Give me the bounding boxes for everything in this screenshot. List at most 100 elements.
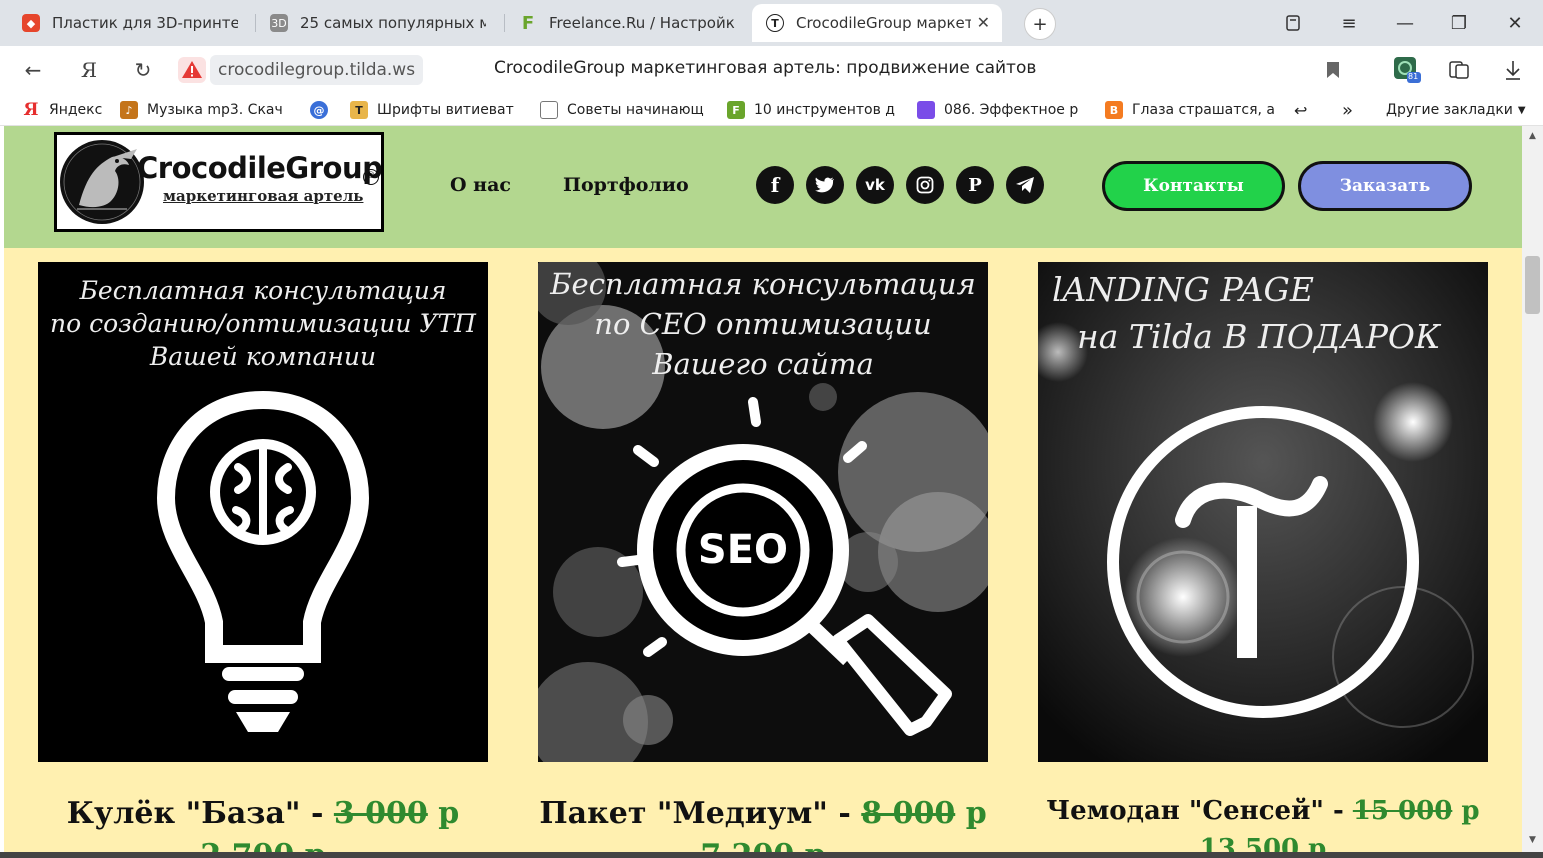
instagram-icon[interactable] — [906, 166, 944, 204]
bookmark-effect[interactable]: 086. Эффектное р — [917, 100, 1087, 120]
old-price: 3 000 — [333, 796, 428, 831]
tab-title: 25 самых популярных мат — [300, 14, 486, 32]
seo-label: SEO — [697, 527, 789, 573]
product-name: Пакет "Медиум" - — [539, 796, 862, 831]
close-window-icon[interactable]: ✕ — [1500, 8, 1530, 38]
tab-title: Пластик для 3D-принтеро — [52, 14, 238, 32]
warning-icon[interactable] — [178, 57, 206, 83]
bookmark-music[interactable]: ♪ Музыка mp3. Скач — [120, 100, 290, 120]
bookmark-fonts[interactable]: T Шрифты витиеват — [350, 100, 520, 120]
magnifier-icon — [617, 397, 952, 736]
scroll-down-icon[interactable]: ▼ — [1522, 832, 1543, 848]
tab-3d-plastic[interactable]: ◆ Пластик для 3D-принтеро — [8, 4, 252, 42]
scroll-up-icon[interactable]: ▲ — [1522, 128, 1543, 144]
bookmark-label: Глаза страшатся, а — [1132, 102, 1276, 118]
tab-crocodilegroup[interactable]: T CrocodileGroup маркет ✕ — [752, 4, 1002, 42]
chevron-down-icon: ▼ — [1517, 104, 1526, 116]
site-header: CrocodileGroup маркетинговая артель ® О … — [4, 126, 1522, 248]
yandex-logo-icon[interactable]: Я — [74, 55, 104, 85]
collections-icon[interactable] — [1444, 55, 1474, 85]
tilda-icon: T — [766, 14, 784, 32]
old-price: 8 000 — [861, 796, 956, 831]
bookmark-tips[interactable]: Советы начинающ — [540, 100, 710, 120]
new-price: 13 500 р — [1199, 834, 1327, 852]
scroll-thumb[interactable] — [1525, 256, 1540, 314]
card-image-medium[interactable]: Бесплатная консультация по СЕО оптимизац… — [538, 262, 988, 762]
font-icon: T — [350, 101, 368, 119]
site-logo[interactable]: CrocodileGroup маркетинговая артель ® — [54, 132, 384, 232]
other-bookmarks-button[interactable]: Другие закладки ▼ — [1386, 100, 1526, 120]
pinterest-icon[interactable]: P — [956, 166, 994, 204]
bookmark-yandex[interactable]: Я Яндекс — [22, 100, 112, 120]
twitter-icon[interactable] — [806, 166, 844, 204]
page-scrollbar[interactable]: ▲ ▼ — [1522, 126, 1543, 852]
card-title-sensei: Чемодан "Сенсей" - 15 000 р — [1013, 796, 1513, 826]
tab-title: Freelance.Ru / Настройки — [549, 14, 735, 32]
close-tab-icon[interactable]: ✕ — [977, 13, 990, 32]
logo-title: CrocodileGroup — [137, 151, 383, 185]
vk-icon[interactable]: vk — [856, 166, 894, 204]
at-icon: @ — [310, 101, 328, 119]
facebook-icon[interactable]: f — [756, 166, 794, 204]
bookmark-icon[interactable] — [1318, 55, 1348, 85]
yandex-market-icon: ◆ — [22, 14, 40, 32]
registered-icon: ® — [363, 169, 379, 185]
bookmark-tools[interactable]: F 10 инструментов д — [727, 100, 897, 120]
freelance-icon: F — [727, 101, 745, 119]
card-title-medium: Пакет "Медиум" - 8 000 р — [513, 796, 1013, 831]
telegram-icon[interactable] — [1006, 166, 1044, 204]
nav-about[interactable]: О нас — [450, 174, 511, 196]
maximize-icon[interactable]: ❐ — [1444, 8, 1474, 38]
order-label: Заказать — [1339, 176, 1431, 196]
url-text: crocodilegroup.tilda.ws — [218, 60, 416, 80]
reload-icon[interactable]: ↻ — [128, 55, 158, 85]
music-icon: ♪ — [120, 101, 138, 119]
taskbar — [0, 852, 1543, 858]
back-icon[interactable]: ← — [18, 55, 48, 85]
blogger-icon: B — [1105, 101, 1123, 119]
url-field[interactable]: crocodilegroup.tilda.ws — [210, 55, 424, 85]
contacts-label: Контакты — [1143, 176, 1244, 196]
lightbulb-brain-icon — [156, 390, 370, 732]
tab-3d-materials[interactable]: 3D 25 самых популярных мат — [256, 4, 500, 42]
caption-line: lANDING PAGE — [1052, 270, 1314, 309]
plus-icon: + — [1032, 13, 1048, 35]
page-viewport: CrocodileGroup маркетинговая артель ® О … — [0, 126, 1522, 852]
card-image-base[interactable]: Бесплатная консультация по созданию/опти… — [38, 262, 488, 762]
card-image-sensei[interactable]: lANDING PAGE на Tilda В ПОДАРОК — [1038, 262, 1488, 762]
freelance-icon: F — [521, 12, 535, 34]
currency: р — [1461, 796, 1480, 826]
bookmark-label: 10 инструментов д — [754, 102, 895, 118]
yandex-icon: Я — [23, 100, 39, 120]
page-icon — [540, 101, 558, 119]
menu-icon[interactable]: ≡ — [1334, 8, 1364, 38]
contacts-button[interactable]: Контакты — [1102, 161, 1285, 211]
extension-badge: 81 — [1408, 72, 1419, 81]
tab-title: CrocodileGroup маркет — [796, 14, 971, 32]
bookmark-eyes[interactable]: B Глаза страшатся, а — [1105, 100, 1280, 120]
purple-icon — [917, 101, 935, 119]
bookmark-label: Шрифты витиеват — [377, 102, 514, 118]
bookmark-at[interactable]: @ — [310, 100, 340, 120]
card-title-base: Кулёк "База" - 3 000 р — [13, 796, 513, 831]
product-name: Чемодан "Сенсей" - — [1046, 796, 1353, 826]
tab-freelance[interactable]: F Freelance.Ru / Настройки — [505, 4, 749, 42]
tab-list-icon[interactable] — [1278, 8, 1308, 38]
old-price: 15 000 — [1352, 796, 1453, 826]
bookmark-label: Музыка mp3. Скач — [147, 102, 283, 118]
order-button[interactable]: Заказать — [1298, 161, 1472, 211]
page-title: CrocodileGroup маркетинговая артель: про… — [494, 58, 1037, 78]
new-tab-button[interactable]: + — [1024, 8, 1056, 40]
new-price: 2 700 р — [13, 838, 513, 852]
currency: р — [965, 796, 987, 831]
bookmarks-bar: Я Яндекс ♪ Музыка mp3. Скач @ T Шрифты в… — [0, 94, 1543, 126]
bookmark-arrow-icon[interactable]: ↩ — [1294, 100, 1314, 120]
product-name: Кулёк "База" - — [66, 796, 334, 831]
nav-portfolio[interactable]: Портфолио — [563, 174, 689, 196]
extension-icon[interactable]: 81 — [1392, 55, 1422, 85]
minimize-icon[interactable]: — — [1390, 8, 1420, 38]
3d-icon: 3D — [270, 14, 288, 32]
more-bookmarks-button[interactable]: » — [1342, 100, 1362, 120]
download-icon[interactable] — [1498, 55, 1528, 85]
bookmark-label: Яндекс — [49, 102, 103, 118]
